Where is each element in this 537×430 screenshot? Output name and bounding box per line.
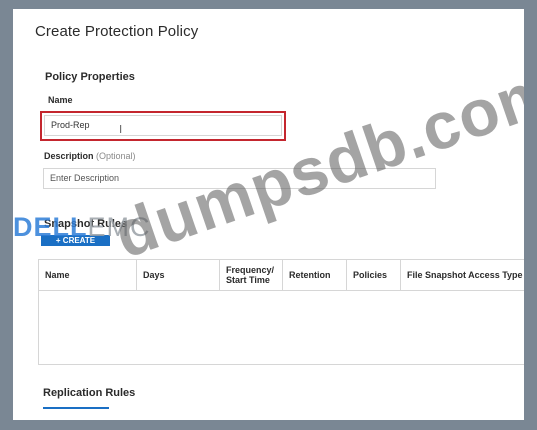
watermark-dell: DELL [13, 212, 88, 242]
optional-hint: (Optional) [96, 151, 136, 161]
description-label: Description (Optional) [44, 151, 136, 161]
name-input-highlight [40, 111, 286, 141]
dell-emc-watermark-logo: DELLEMC [13, 212, 151, 243]
policy-properties-heading: Policy Properties [45, 71, 135, 83]
description-label-text: Description [44, 151, 94, 161]
active-tab-indicator [43, 407, 109, 409]
column-policies[interactable]: Policies [347, 260, 401, 290]
replication-rules-tab[interactable]: Replication Rules [43, 387, 135, 399]
column-file-snapshot-access-type[interactable]: File Snapshot Access Type [401, 260, 524, 290]
snapshot-rules-table: Name Days Frequency/ Start Time Retentio… [38, 259, 524, 365]
column-name[interactable]: Name [39, 260, 137, 290]
dumpsdb-watermark: dumpsdb.com [105, 51, 524, 272]
column-retention[interactable]: Retention [283, 260, 347, 290]
description-input[interactable]: Enter Description [43, 168, 436, 189]
name-label: Name [48, 95, 73, 105]
column-frequency-start-time[interactable]: Frequency/ Start Time [220, 260, 283, 290]
table-header-row: Name Days Frequency/ Start Time Retentio… [39, 260, 524, 291]
dialog-title: Create Protection Policy [35, 23, 199, 40]
watermark-emc: EMC [87, 212, 151, 242]
column-days[interactable]: Days [137, 260, 220, 290]
create-protection-policy-dialog: Create Protection Policy Policy Properti… [13, 9, 524, 420]
text-cursor-icon: I [119, 123, 123, 136]
